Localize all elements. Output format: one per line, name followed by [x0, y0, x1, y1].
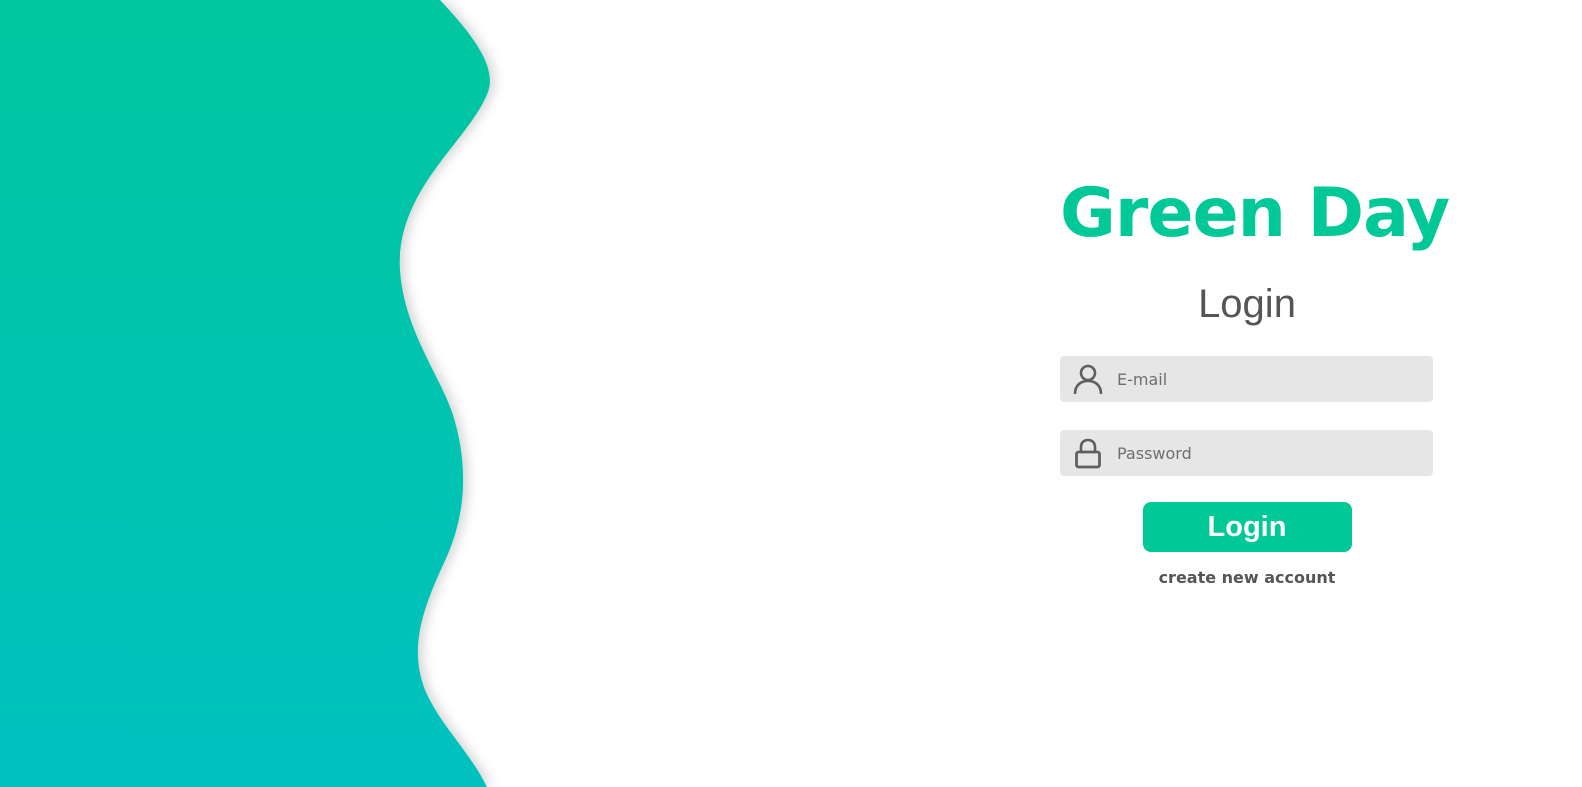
- email-input[interactable]: [1117, 356, 1417, 402]
- decorative-wave-panel: [0, 0, 490, 787]
- create-account-link[interactable]: create new account: [1159, 568, 1336, 587]
- login-form: Green Day Login Login create new account: [1060, 160, 1450, 588]
- wave-shape: [0, 0, 490, 787]
- email-field[interactable]: [1060, 356, 1433, 402]
- login-button[interactable]: Login: [1142, 502, 1352, 552]
- lock-icon: [1075, 438, 1101, 469]
- login-page: Green Day Login Login create new account: [0, 0, 1582, 787]
- brand-title: Green Day: [1060, 174, 1450, 253]
- password-input[interactable]: [1117, 430, 1417, 476]
- user-icon: [1073, 364, 1103, 395]
- login-heading: Login: [1198, 282, 1296, 326]
- password-field[interactable]: [1060, 430, 1433, 476]
